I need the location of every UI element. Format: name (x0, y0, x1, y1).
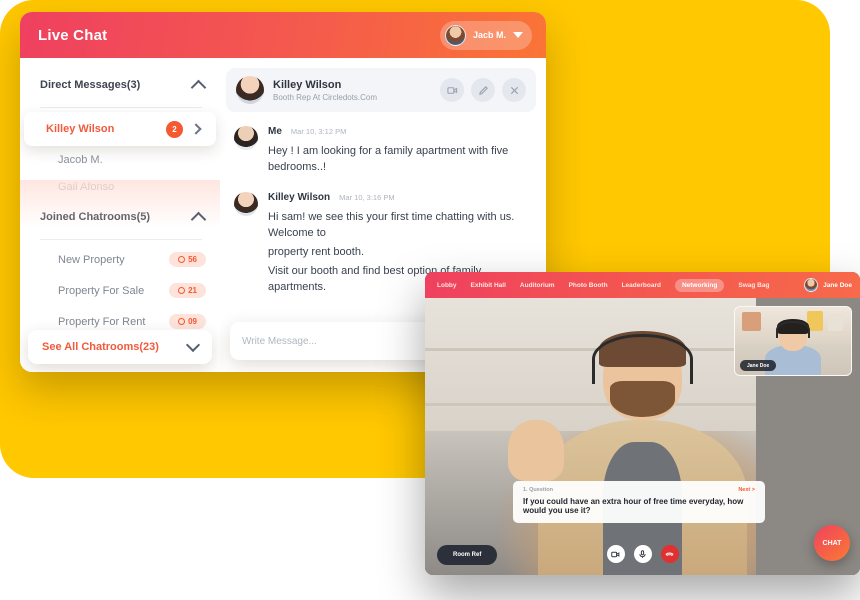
user-name-label: Jacb M. (472, 30, 506, 40)
dm-name-label: Jacob M. (58, 153, 103, 166)
message-text: Hey ! I am looking for a family apartmen… (268, 145, 509, 173)
pip-name-label: Jane Doe (740, 360, 777, 371)
divider (40, 107, 202, 108)
avatar (444, 24, 466, 46)
main-video-feed: Jane Doe 1. Question Next > If you could… (425, 298, 860, 575)
count-value: 56 (188, 255, 197, 264)
message-author: Me (268, 126, 282, 137)
sidebar-item-new-property[interactable]: New Property 56 (20, 244, 220, 275)
avatar (234, 126, 258, 150)
next-question-link[interactable]: Next > (738, 487, 755, 493)
pip-background-item (827, 313, 843, 332)
nav-item-lobby[interactable]: Lobby (437, 282, 457, 289)
close-icon[interactable] (502, 78, 526, 102)
video-participant-hand (507, 419, 565, 481)
conversation-actions (440, 78, 526, 102)
chevron-up-icon[interactable] (190, 79, 207, 95)
unread-badge: 2 (166, 120, 183, 138)
section-header-direct-messages[interactable]: Direct Messages(3) (20, 72, 220, 98)
question-card: 1. Question Next > If you could have an … (513, 481, 765, 523)
message-timestamp: Mar 10, 3:16 PM (339, 192, 395, 202)
message-header: Killey Wilson Mar 10, 3:16 PM (268, 192, 530, 203)
conversation-contact-meta: Killey Wilson Booth Rep At Circledots.Co… (273, 79, 377, 102)
page-title: Live Chat (38, 26, 108, 44)
contact-name: Killey Wilson (273, 78, 342, 91)
message-item: Me Mar 10, 3:12 PM Hey ! I am looking fo… (234, 126, 530, 176)
call-controls (425, 545, 860, 563)
microphone-icon[interactable] (633, 545, 652, 563)
sidebar-item-property-for-sale[interactable]: Property For Sale 21 (20, 275, 220, 306)
chat-fab-label: CHAT (822, 539, 842, 547)
room-name-label: New Property (58, 253, 125, 266)
chevron-up-icon[interactable] (190, 211, 207, 227)
question-card-top: 1. Question Next > (523, 487, 755, 493)
nav-item-auditorium[interactable]: Auditorium (520, 282, 555, 289)
divider (40, 239, 202, 240)
avatar (234, 191, 258, 216)
video-participant-beard (609, 381, 676, 418)
video-camera-icon[interactable] (606, 545, 625, 563)
conversation-header: Killey Wilson Booth Rep At Circledots.Co… (226, 68, 536, 112)
sidebar-item-gail-afonso[interactable]: Gail Afonso (20, 173, 220, 200)
section-title: Direct Messages(3) (40, 79, 141, 91)
video-nav-bar: Lobby Exhibit Hall Auditorium Photo Boot… (425, 272, 860, 298)
chat-titlebar: Live Chat Jacb M. (20, 12, 546, 58)
message-text: property rent booth. (268, 245, 365, 258)
contact-subtitle: Booth Rep At Circledots.Com (273, 92, 378, 102)
user-profile-chip[interactable]: Jacb M. (439, 20, 532, 50)
picture-in-picture-video[interactable]: Jane Doe (734, 306, 852, 376)
member-count-badge: 21 (169, 283, 206, 298)
chat-fab-button[interactable]: CHAT (814, 525, 850, 561)
headset-icon (775, 320, 811, 339)
video-call-window: Lobby Exhibit Hall Auditorium Photo Boot… (425, 272, 860, 575)
section-title: Joined Chatrooms(5) (40, 211, 151, 223)
see-all-chatrooms-button[interactable]: See All Chatrooms(23) (28, 330, 212, 364)
chevron-down-icon[interactable] (513, 32, 523, 38)
message-timestamp: Mar 10, 3:12 PM (290, 127, 347, 136)
dm-name-label: Gail Afonso (58, 180, 115, 193)
see-all-label: See All Chatrooms(23) (42, 341, 159, 353)
nav-item-exhibit-hall[interactable]: Exhibit Hall (471, 282, 506, 289)
video-camera-icon[interactable] (440, 78, 464, 102)
headset-icon (592, 334, 693, 384)
member-count-badge: 09 (169, 314, 206, 329)
nav-item-swag-bag[interactable]: Swag Bag (738, 282, 769, 289)
avatar (804, 278, 819, 292)
member-count-badge: 56 (169, 252, 206, 267)
users-icon (178, 256, 186, 263)
nav-item-leaderboard[interactable]: Leaderboard (622, 282, 661, 289)
chevron-right-icon[interactable] (190, 123, 202, 135)
section-header-joined-chatrooms[interactable]: Joined Chatrooms(5) (20, 204, 220, 230)
sidebar-item-jacob-m[interactable]: Jacob M. (20, 146, 220, 173)
avatar (236, 76, 264, 104)
phone-hangup-icon[interactable] (660, 545, 679, 563)
nav-item-photo-booth[interactable]: Photo Booth (569, 282, 608, 289)
users-icon (178, 287, 186, 294)
dm-name-label: Killey Wilson (46, 123, 115, 135)
message-text: Hi sam! we see this your first time chat… (268, 210, 515, 239)
count-value: 09 (188, 317, 197, 326)
question-label: 1. Question (523, 487, 553, 493)
sidebar-item-killey-wilson[interactable]: Killey Wilson 2 (24, 112, 216, 146)
chevron-down-icon[interactable] (185, 337, 201, 353)
room-name-label: Property For Rent (58, 315, 146, 328)
count-value: 21 (188, 286, 197, 295)
pip-background-item (741, 312, 761, 332)
video-nav-user[interactable]: Jane Doe (804, 278, 852, 292)
room-name-label: Property For Sale (58, 284, 145, 297)
users-icon (178, 318, 186, 325)
sidebar: Direct Messages(3) Killey Wilson 2 Jacob… (20, 58, 220, 372)
user-name-label: Jane Doe (823, 281, 852, 289)
message-input[interactable]: Write Message... (242, 336, 317, 347)
edit-pencil-icon[interactable] (471, 78, 495, 102)
question-text: If you could have an extra hour of free … (523, 497, 744, 515)
message-author: Killey Wilson (268, 191, 331, 203)
nav-item-networking[interactable]: Networking (674, 278, 725, 292)
message-header: Me Mar 10, 3:12 PM (268, 126, 530, 137)
